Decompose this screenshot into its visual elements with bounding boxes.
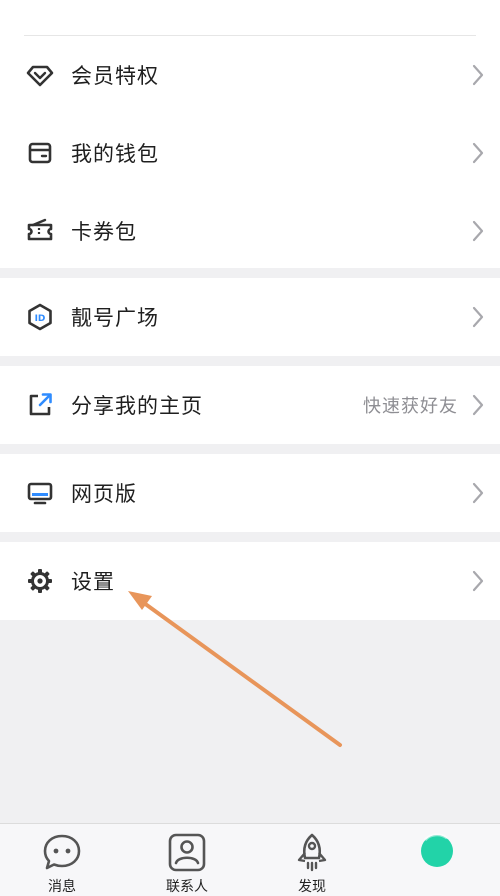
menu-item-pretty-id[interactable]: ID 靓号广场 <box>0 278 500 356</box>
contact-person-icon <box>168 833 206 872</box>
menu-item-label: 会员特权 <box>71 64 159 88</box>
svg-text:ID: ID <box>35 314 46 324</box>
menu-group-2: ID 靓号广场 <box>0 278 500 356</box>
tab-label: 发现 <box>298 879 326 895</box>
menu-item-label: 设置 <box>71 570 115 594</box>
wallet-icon <box>26 139 54 167</box>
chat-bubble-icon <box>43 834 81 870</box>
bottom-tab-bar: 消息 联系人 发现 <box>0 823 500 896</box>
gear-icon <box>26 567 54 595</box>
chevron-right-icon <box>472 570 484 592</box>
menu-item-label: 卡券包 <box>71 220 137 244</box>
tab-discover[interactable]: 发现 <box>267 830 357 896</box>
chevron-right-icon <box>472 142 484 164</box>
menu-item-vip[interactable]: 会员特权 <box>0 36 500 114</box>
chevron-right-icon <box>472 220 484 242</box>
ticket-icon <box>26 217 54 245</box>
chevron-right-icon <box>472 482 484 504</box>
menu-item-coupon[interactable]: 卡券包 <box>0 192 500 270</box>
chevron-right-icon <box>472 306 484 328</box>
top-white-area <box>0 0 500 36</box>
monitor-icon <box>26 479 54 507</box>
chevron-right-icon <box>472 394 484 416</box>
menu-item-label: 我的钱包 <box>71 142 159 166</box>
share-icon <box>26 391 54 419</box>
tab-messages[interactable]: 消息 <box>17 830 107 896</box>
menu-item-settings[interactable]: 设置 <box>0 542 500 620</box>
id-badge-icon: ID <box>26 303 54 331</box>
diamond-icon <box>26 61 54 89</box>
menu-group-1: 会员特权 我的钱包 卡券包 <box>0 36 500 268</box>
menu-item-share[interactable]: 分享我的主页 快速获好友 <box>0 366 500 444</box>
avatar-icon <box>421 833 453 867</box>
tab-label: 消息 <box>48 879 76 895</box>
share-hint-text: 快速获好友 <box>363 396 458 417</box>
tab-contacts[interactable]: 联系人 <box>142 830 232 896</box>
menu-group-4: 网页版 <box>0 454 500 532</box>
menu-group-3: 分享我的主页 快速获好友 <box>0 366 500 444</box>
menu-item-wallet[interactable]: 我的钱包 <box>0 114 500 192</box>
menu-item-label: 分享我的主页 <box>71 394 203 418</box>
tab-me[interactable] <box>392 830 482 896</box>
menu-item-label: 靓号广场 <box>71 306 159 330</box>
menu-item-web[interactable]: 网页版 <box>0 454 500 532</box>
menu-group-5: 设置 <box>0 542 500 620</box>
chevron-right-icon <box>472 64 484 86</box>
rocket-icon <box>297 833 327 872</box>
menu-item-label: 网页版 <box>71 482 137 506</box>
tab-label: 联系人 <box>166 879 208 895</box>
